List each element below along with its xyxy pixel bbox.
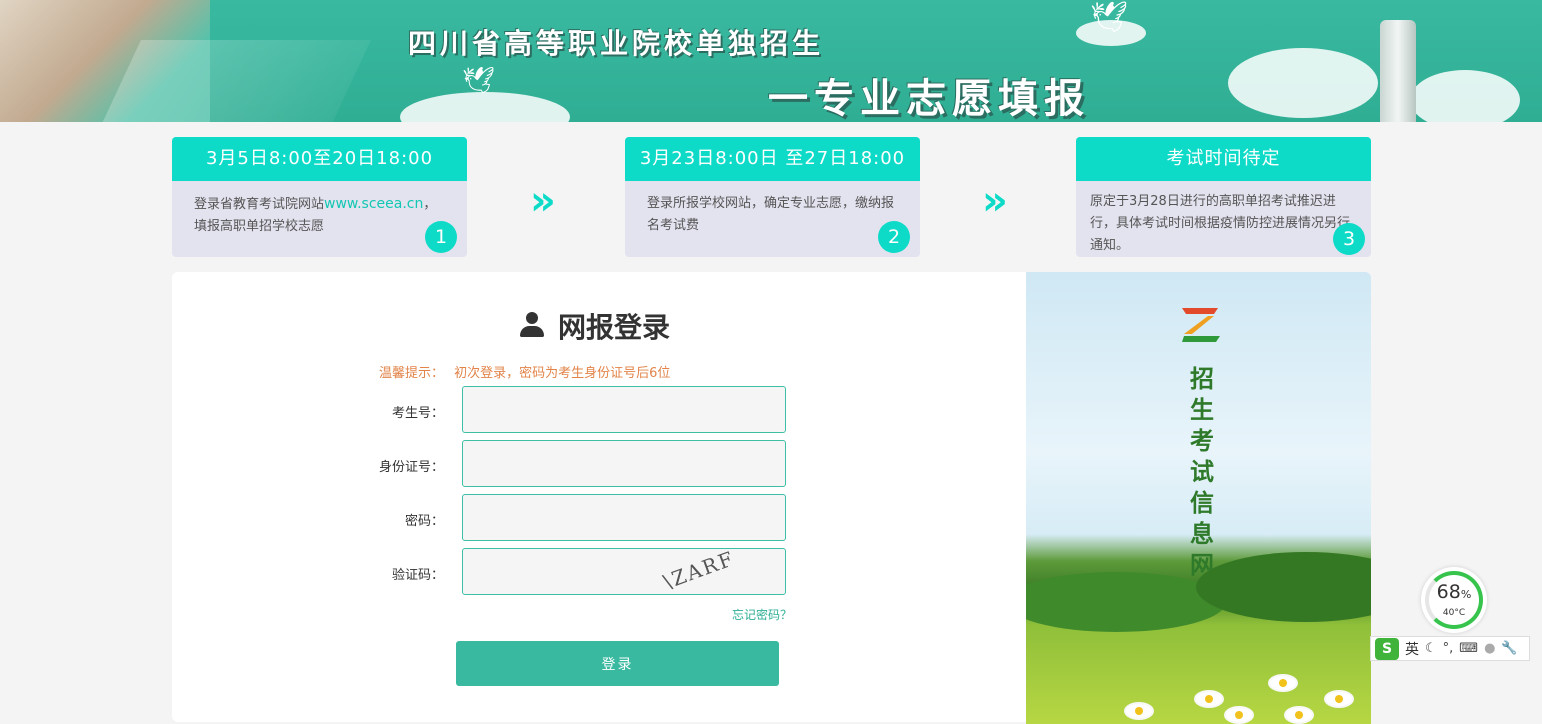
step-text: 登录省教育考试院网站 (194, 197, 325, 212)
double-chevron-right-icon: » (982, 178, 1008, 224)
tree-line (1196, 552, 1371, 622)
id-number-input[interactable] (462, 440, 786, 487)
sogou-logo-icon[interactable]: S (1375, 637, 1399, 660)
dove-icon: 🕊 (1090, 0, 1129, 35)
password-input[interactable] (462, 494, 786, 541)
info-poster: 招生考试信息网 (1026, 272, 1371, 724)
step-description: 登录省教育考试院网站www.sceea.cn，填报高职单招学校志愿 (172, 181, 467, 238)
dove-icon: 🕊 (462, 66, 496, 96)
daisy-decoration (1126, 704, 1152, 718)
step-card-3: 考试时间待定 原定于3月28日进行的高职单招考试推迟进行，具体考试时间根据疫情防… (1076, 137, 1371, 257)
cloud-decoration (400, 92, 570, 122)
banner-title-line1: 四川省高等职业院校单独招生 (408, 27, 825, 60)
memory-gauge-widget[interactable]: 68% 40°C (1421, 567, 1487, 633)
tree-line (1026, 572, 1226, 632)
double-chevron-right-icon: » (530, 178, 556, 224)
login-button[interactable]: 登录 (456, 641, 779, 686)
exam-number-label: 考生号： (391, 406, 444, 421)
captcha-image[interactable]: \ZARF (660, 546, 762, 594)
step-description: 原定于3月28日进行的高职单招考试推迟进行，具体考试时间根据疫情防控进展情况另行… (1090, 194, 1351, 253)
id-number-label: 身份证号： (378, 460, 444, 475)
header-banner: 🕊 🕊 四川省高等职业院校单独招生 一专业志愿填报 (0, 0, 1542, 122)
step-card-1: 3月5日8:00至20日18:00 登录省教育考试院网站www.sceea.cn… (172, 137, 467, 257)
step-time: 3月23日8:00日 至27日18:00 (625, 137, 920, 181)
banner-title-line2: 一专业志愿填报 (768, 76, 1090, 122)
daisy-decoration (1286, 708, 1312, 722)
login-panel: 网报登录 温馨提示： 初次登录，密码为考生身份证号后6位 考生号： 身份证号： … (172, 272, 1026, 722)
user-icon (520, 312, 544, 338)
keyboard-icon[interactable]: ⌨ (1459, 641, 1478, 656)
moon-icon[interactable]: ☾ (1425, 641, 1437, 656)
daisy-decoration (1196, 692, 1222, 706)
step-number-badge: 1 (425, 221, 457, 253)
cloud-decoration (1410, 70, 1520, 122)
user-icon[interactable]: ● (1484, 641, 1495, 656)
gauge-temperature: 40°C (1442, 608, 1466, 618)
ime-language[interactable]: 英 (1405, 639, 1419, 659)
login-tip: 温馨提示： 初次登录，密码为考生身份证号后6位 (379, 362, 670, 381)
wrench-icon[interactable]: 🔧 (1501, 641, 1517, 656)
step-number-badge: 2 (878, 221, 910, 253)
daisy-decoration (1226, 708, 1252, 722)
gauge-percent: 68% (1436, 581, 1472, 603)
sceea-link[interactable]: www.sceea.cn (324, 196, 423, 212)
password-label: 密码： (404, 514, 444, 529)
step-description: 登录所报学校网站，确定专业志愿，缴纳报名考试费 (647, 196, 895, 233)
poster-vertical-title: 招生考试信息网 (1190, 365, 1214, 579)
captcha-text: \ZARF (660, 546, 738, 594)
pillar-image (1380, 20, 1416, 122)
punctuation-icon[interactable]: °, (1443, 641, 1454, 656)
daisy-decoration (1270, 676, 1296, 690)
step-card-2: 3月23日8:00日 至27日18:00 登录所报学校网站，确定专业志愿，缴纳报… (625, 137, 920, 257)
step-number-badge: 3 (1333, 223, 1365, 255)
exam-logo-icon (1182, 308, 1220, 342)
exam-number-input[interactable] (462, 386, 786, 433)
daisy-decoration (1326, 692, 1352, 706)
ime-toolbar[interactable]: S 英 ☾ °, ⌨ ● 🔧 (1370, 636, 1530, 661)
tip-text: 初次登录，密码为考生身份证号后6位 (454, 366, 671, 381)
step-time: 考试时间待定 (1076, 137, 1371, 181)
tip-label: 温馨提示： (379, 366, 445, 381)
answer-sheet-image (99, 40, 371, 122)
login-title: 网报登录 (558, 311, 671, 344)
forgot-password-link[interactable]: 忘记密码？ (732, 606, 792, 623)
cloud-decoration (1228, 48, 1378, 118)
captcha-label: 验证码： (391, 568, 444, 583)
step-time: 3月5日8:00至20日18:00 (172, 137, 467, 181)
